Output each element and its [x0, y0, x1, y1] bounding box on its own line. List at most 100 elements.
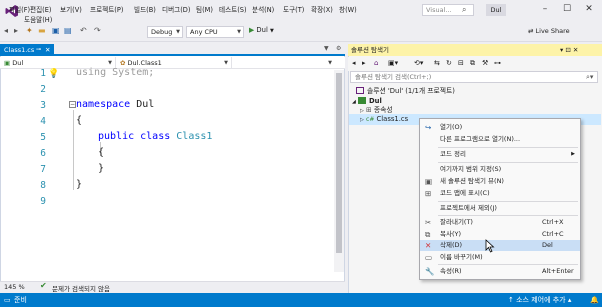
redo-icon[interactable]: ↷	[94, 26, 101, 35]
tree-item-class1-cs[interactable]: ▷ c# Class1.cs	[360, 114, 408, 125]
menu-item-rename[interactable]: ▭ 이름 바꾸기(M)	[420, 252, 580, 263]
menu-item-debug[interactable]: 디버그(D)	[162, 4, 190, 14]
line-number: 3	[40, 100, 46, 111]
menu-item-shortcut: Ctrl+C	[542, 230, 564, 238]
menu-item-show-on-code-map[interactable]: ⊞ 코드 맵에 표시(C)	[420, 188, 580, 199]
tree-item-solution[interactable]: 솔루션 'Dul' (1/1개 프로젝트)	[356, 86, 455, 96]
code-line-1: using System;	[76, 67, 154, 78]
solution-name-badge: Dul	[486, 4, 506, 16]
menu-item-view[interactable]: 보기(V)	[60, 4, 82, 14]
menu-item-window[interactable]: 창(W)	[339, 4, 357, 14]
tab-list-dropdown-icon[interactable]: ▼	[324, 45, 329, 52]
zoom-level[interactable]: 145 %	[4, 283, 25, 291]
undo-icon[interactable]: ↶	[80, 26, 87, 35]
menu-item-file[interactable]: 파일(F)	[9, 4, 30, 14]
status-text: 준비	[14, 296, 27, 304]
search-icon[interactable]: ⌕▾	[586, 71, 593, 83]
menu-item-label: 코드 맵에 표시(C)	[440, 189, 490, 197]
status-ready-icon: ▭	[4, 296, 11, 304]
menu-item-project[interactable]: 프로젝트(P)	[90, 4, 123, 14]
menu-item-label: 속성(R)	[440, 267, 462, 275]
project-nav-value: Dul	[12, 59, 24, 67]
dependencies-icon: ⊞	[366, 106, 372, 114]
menu-item-code-cleanup[interactable]: 코드 정리 ▶	[420, 149, 580, 160]
issues-status[interactable]: 문제가 검색되지 않음	[52, 283, 110, 293]
menu-item-tools[interactable]: 도구(T)	[283, 4, 304, 14]
menu-item-copy[interactable]: ⧉ 복사(Y) Ctrl+C	[420, 229, 580, 240]
pending-changes-icon[interactable]: ⟲▾	[414, 59, 423, 67]
menu-item-open[interactable]: ↪ 열기(O)	[420, 122, 580, 133]
menu-item-cut[interactable]: ✂ 잘라내기(T) Ctrl+X	[420, 217, 580, 228]
menu-item-label: 새 솔루션 탐색기 뷰(N)	[440, 177, 504, 185]
minimize-icon[interactable]: –	[538, 2, 552, 16]
menu-item-shortcut: Ctrl+X	[542, 218, 564, 226]
lightbulb-icon[interactable]: 💡	[48, 69, 59, 79]
refresh-icon[interactable]: ↻	[446, 59, 452, 67]
menu-item-open-with[interactable]: 다른 프로그램으로 열기(N)...	[420, 134, 580, 145]
sync-icon[interactable]: ⇆	[434, 59, 440, 67]
line-number: 7	[40, 164, 46, 175]
open-folder-icon[interactable]: ▬	[38, 26, 46, 35]
run-button-label: Dul	[256, 26, 268, 34]
menu-item-help[interactable]: 도움말(H)	[24, 14, 52, 24]
menu-item-delete[interactable]: ✕ 삭제(D) Del	[420, 240, 580, 251]
properties-icon[interactable]: ⚒	[482, 59, 488, 67]
tree-item-label: Class1.cs	[376, 115, 409, 123]
new-project-icon[interactable]: ✦	[26, 26, 33, 35]
close-tab-icon[interactable]: ✕	[45, 44, 50, 56]
panel-window-buttons[interactable]: ▾ ⊡ ✕	[560, 44, 578, 56]
back-icon[interactable]: ◂	[4, 26, 8, 35]
code-map-icon: ⊞	[425, 189, 432, 198]
rename-icon: ▭	[425, 253, 433, 262]
platform-select[interactable]: Any CPU ▼	[186, 26, 244, 38]
switch-views-icon[interactable]: ▣▾	[388, 59, 398, 67]
solution-explorer-toolbar: ◂ ▸ ⌂ ▣▾ ⟲▾ ⇆ ↻ ⊟ ⧉ ⚒ ⊶	[348, 57, 602, 71]
search-icon[interactable]: ⌕	[462, 5, 466, 15]
menu-item-test[interactable]: 테스트(S)	[219, 4, 247, 14]
code-editor[interactable]	[0, 44, 345, 284]
csharp-file-icon: c#	[366, 116, 375, 123]
settings-icon[interactable]: ⚙	[336, 45, 341, 52]
close-icon[interactable]: ✕	[582, 2, 596, 16]
show-all-files-icon[interactable]: ⧉	[470, 59, 475, 68]
forward-icon[interactable]: ▸	[362, 59, 366, 67]
code-keyword: public class	[98, 131, 171, 142]
menu-item-team[interactable]: 팀(M)	[196, 4, 213, 14]
code-line-8: }	[76, 179, 83, 190]
menu-item-label: 복사(Y)	[440, 230, 462, 238]
menu-item-extensions[interactable]: 확장(X)	[311, 4, 333, 14]
collapse-namespace-icon[interactable]: −	[69, 101, 76, 108]
notifications-bell-icon[interactable]: 🔔	[590, 294, 599, 306]
code-text: Dul	[130, 99, 155, 110]
forward-icon[interactable]: ▸	[14, 26, 18, 35]
preview-icon[interactable]: ⊶	[494, 59, 501, 67]
home-icon[interactable]: ⌂	[374, 59, 378, 67]
save-all-icon[interactable]: ▤	[64, 26, 72, 35]
run-button[interactable]: ▶ Dul ▼	[249, 26, 274, 34]
save-icon[interactable]: ▣	[52, 26, 60, 35]
code-keyword: using	[76, 67, 107, 78]
live-share-button[interactable]: ⇄ Live Share	[528, 27, 570, 35]
menu-item-exclude-from-project[interactable]: 프로젝트에서 제외(J)	[420, 203, 580, 214]
member-nav-select[interactable]: ▼	[232, 57, 335, 69]
solution-explorer-search-input[interactable]: 솔루션 탐색기 검색(Ctrl+;)	[350, 71, 598, 83]
check-circle-icon: ✔	[40, 281, 47, 290]
maximize-icon[interactable]: ☐	[560, 2, 574, 16]
menu-item-analyze[interactable]: 분석(N)	[252, 4, 274, 14]
collapse-all-icon[interactable]: ⊟	[458, 59, 464, 67]
code-line-3: namespace Dul	[76, 99, 154, 110]
menu-item-new-explorer-view[interactable]: ▣ 새 솔루션 탐색기 뷰(N)	[420, 176, 580, 187]
editor-scrollbar-thumb[interactable]	[336, 73, 342, 253]
add-to-source-control-button[interactable]: ↑ 소스 제어에 추가 ▴	[508, 294, 571, 306]
open-icon: ↪	[425, 123, 432, 132]
menu-item-scope-to-this[interactable]: 여기까지 범위 지정(S)	[420, 164, 580, 175]
menu-item-properties[interactable]: 🔧 속성(R) Alt+Enter	[420, 266, 580, 277]
csharp-project-icon	[358, 97, 367, 104]
menu-item-build[interactable]: 빌드(B)	[134, 4, 156, 14]
menu-item-edit[interactable]: 편집(E)	[30, 4, 51, 14]
tree-item-label: 종속성	[373, 106, 393, 114]
back-icon[interactable]: ◂	[352, 59, 356, 67]
configuration-select[interactable]: Debug ▼	[147, 26, 183, 38]
pin-icon[interactable]: ⊸	[36, 44, 41, 56]
code-line-6: {	[98, 147, 105, 158]
